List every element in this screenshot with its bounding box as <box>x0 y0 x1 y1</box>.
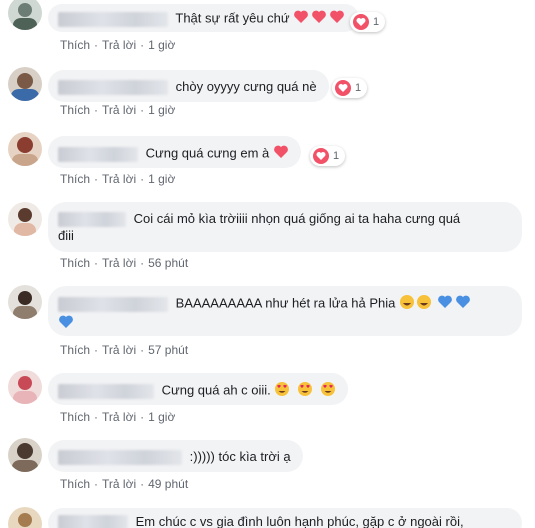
comment-text: Em chúc c vs gia đình luôn hạnh phúc, gặ… <box>135 514 464 528</box>
heart-emoji <box>273 144 289 164</box>
reply-link[interactable]: Trả lời <box>102 172 136 186</box>
like-link[interactable]: Thích <box>60 343 90 357</box>
comment-bubble: Coi cái mỏ kìa trờiiii nhọn quá giống ai… <box>48 202 522 252</box>
avatar-image <box>8 507 42 528</box>
author-name[interactable] <box>58 383 154 399</box>
comment-text: BAAAAAAAAA như hét ra lửa hả Phia <box>175 295 396 311</box>
separator-dot: · <box>140 410 145 424</box>
like-link[interactable]: Thích <box>60 256 90 270</box>
avatar-image <box>8 370 42 404</box>
comment-actions: Thích · Trả lời · 57 phút <box>60 342 188 358</box>
reaction-badge[interactable]: 1 <box>310 146 346 166</box>
avatar[interactable] <box>8 132 42 166</box>
comment-actions: Thích · Trả lời · 1 giờ <box>60 171 175 187</box>
comment-bubble: Em chúc c vs gia đình luôn hạnh phúc, gặ… <box>48 508 522 528</box>
comment-actions: Thích · Trả lời · 1 giờ <box>60 409 175 425</box>
reply-link[interactable]: Trả lời <box>102 38 136 52</box>
comment-bubble: BAAAAAAAAA như hét ra lửa hả Phia <box>48 286 522 336</box>
avatar-image <box>8 132 42 166</box>
reply-link[interactable]: Trả lời <box>102 477 136 491</box>
reaction-badge[interactable]: 1 <box>350 12 386 32</box>
love-reaction-icon <box>335 80 351 96</box>
reply-link[interactable]: Trả lời <box>102 343 136 357</box>
avatar[interactable] <box>8 438 42 472</box>
comment-text: Cưng quá ah c oiii. <box>161 382 271 398</box>
avatar-image <box>8 438 42 472</box>
love-reaction-icon <box>353 14 369 30</box>
timestamp[interactable]: 1 giờ <box>148 410 175 424</box>
reply-link[interactable]: Trả lời <box>102 103 136 117</box>
comment-bubble: Thật sự rất yêu chứ <box>48 4 360 32</box>
love-reaction-icon <box>313 148 329 164</box>
avatar-image <box>8 0 42 30</box>
comment-text: :))))) tóc kìa trời ạ <box>189 449 291 464</box>
separator-dot: · <box>94 172 99 186</box>
timestamp[interactable]: 1 giờ <box>148 103 175 117</box>
like-link[interactable]: Thích <box>60 103 90 117</box>
separator-dot: · <box>94 477 99 491</box>
separator-dot: · <box>140 343 145 357</box>
blue-heart-emoji <box>437 294 471 314</box>
avatar-image <box>8 67 42 101</box>
author-name[interactable] <box>58 80 168 96</box>
timestamp[interactable]: 56 phút <box>148 256 188 270</box>
comment-text: Cưng quá cưng em à <box>145 145 270 161</box>
heart-eyes-emoji <box>274 381 336 401</box>
comment-bubble: Cưng quá ah c oiii. <box>48 373 349 405</box>
like-link[interactable]: Thích <box>60 38 90 52</box>
blue-heart-emoji <box>58 314 74 334</box>
comment-text: chòy oyyyy cưng quá nè <box>175 79 317 94</box>
avatar-image <box>8 285 42 319</box>
reaction-count: 1 <box>333 150 340 162</box>
separator-dot: · <box>140 38 145 52</box>
avatar[interactable] <box>8 370 42 404</box>
avatar[interactable] <box>8 202 42 236</box>
reaction-count: 1 <box>355 82 362 94</box>
comment-actions: Thích · Trả lời · 56 phút <box>60 255 188 271</box>
author-name[interactable] <box>58 11 168 27</box>
separator-dot: · <box>94 343 99 357</box>
avatar-image <box>8 202 42 236</box>
separator-dot: · <box>140 256 145 270</box>
author-name[interactable] <box>58 146 138 162</box>
comment-bubble: Cưng quá cưng em à <box>48 136 301 168</box>
heart-emoji <box>293 9 347 29</box>
comment-bubble: :))))) tóc kìa trời ạ <box>48 440 303 472</box>
laughing-emoji <box>399 294 433 314</box>
separator-dot: · <box>140 172 145 186</box>
author-name[interactable] <box>58 212 126 228</box>
avatar[interactable] <box>8 507 42 528</box>
comment-text: Coi cái mỏ kìa trờiiii nhọn quá giống ai… <box>133 211 461 226</box>
like-link[interactable]: Thích <box>60 410 90 424</box>
like-link[interactable]: Thích <box>60 477 90 491</box>
like-link[interactable]: Thích <box>60 172 90 186</box>
comment-bubble: chòy oyyyy cưng quá nè <box>48 70 329 102</box>
comment-actions: Thích · Trả lời · 1 giờ <box>60 37 175 53</box>
reply-link[interactable]: Trả lời <box>102 256 136 270</box>
author-name[interactable] <box>58 515 128 528</box>
comment-actions: Thích · Trả lời · 1 giờ <box>60 102 175 118</box>
separator-dot: · <box>140 477 145 491</box>
separator-dot: · <box>94 103 99 117</box>
separator-dot: · <box>94 38 99 52</box>
reaction-count: 1 <box>373 16 380 28</box>
separator-dot: · <box>94 256 99 270</box>
timestamp[interactable]: 1 giờ <box>148 172 175 186</box>
separator-dot: · <box>94 410 99 424</box>
avatar[interactable] <box>8 67 42 101</box>
timestamp[interactable]: 49 phút <box>148 477 188 491</box>
author-name[interactable] <box>58 450 182 466</box>
timestamp[interactable]: 1 giờ <box>148 38 175 52</box>
avatar[interactable] <box>8 0 42 30</box>
comment-text-continued: điii <box>58 228 74 244</box>
reaction-badge[interactable]: 1 <box>332 78 368 98</box>
avatar[interactable] <box>8 285 42 319</box>
reply-link[interactable]: Trả lời <box>102 410 136 424</box>
author-name[interactable] <box>58 296 168 312</box>
timestamp[interactable]: 57 phút <box>148 343 188 357</box>
comment-text: Thật sự rất yêu chứ <box>175 10 290 26</box>
comment-actions: Thích · Trả lời · 49 phút <box>60 476 188 492</box>
separator-dot: · <box>140 103 145 117</box>
